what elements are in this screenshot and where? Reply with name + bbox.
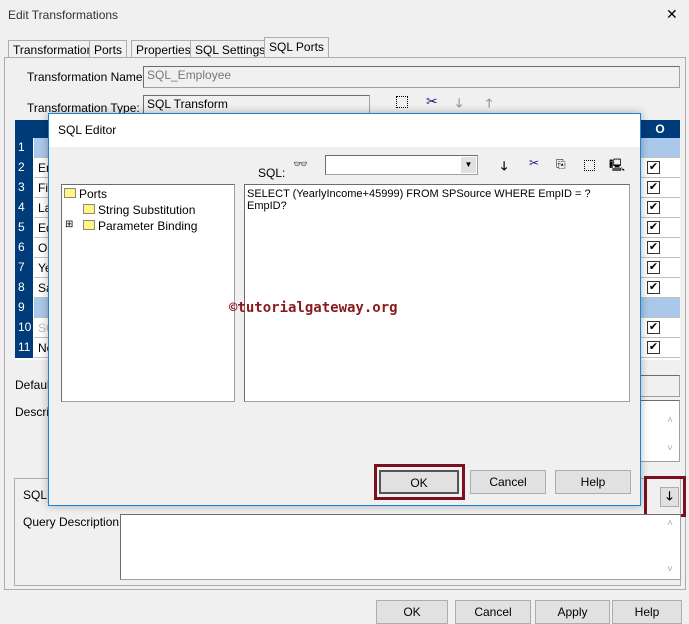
combo-dropdown-icon[interactable]: ▼	[461, 157, 476, 173]
tab-sql-ports[interactable]: SQL Ports	[264, 37, 329, 58]
output-checkbox[interactable]: ✔	[647, 201, 660, 214]
row-number[interactable]: 8	[15, 278, 34, 298]
row-number[interactable]: 5	[15, 218, 34, 238]
tree-item-parameter-binding[interactable]: Parameter Binding	[83, 219, 197, 233]
tree-root-label: Ports	[79, 187, 108, 201]
highlight-box	[644, 476, 686, 517]
expand-icon[interactable]: ⊞	[65, 219, 73, 230]
row-number[interactable]: 4	[15, 198, 34, 218]
sql-editor-title: SQL Editor	[58, 123, 117, 137]
transformation-type-field: SQL Transform	[143, 95, 370, 115]
transformation-name-field[interactable]: SQL_Employee	[143, 66, 680, 88]
editor-cancel-button[interactable]: Cancel	[470, 470, 546, 494]
folder-icon	[83, 220, 95, 230]
sql-label: SQL	[23, 488, 48, 502]
sql-query-editor[interactable]: SELECT (YearlyIncome+45999) FROM SPSourc…	[244, 184, 630, 402]
cut-icon[interactable]: ✂	[529, 156, 539, 170]
tree-root[interactable]: Ports	[64, 187, 107, 201]
scroll-down-icon[interactable]: ˅	[662, 564, 678, 575]
move-up-icon[interactable]: 🡑	[486, 94, 492, 115]
output-checkbox[interactable]: ✔	[647, 341, 660, 354]
tab-ports[interactable]: Ports	[89, 40, 128, 58]
row-number[interactable]: 7	[15, 258, 34, 278]
folder-icon	[83, 204, 95, 214]
grid-header-o[interactable]: O	[645, 122, 675, 136]
highlight-box	[374, 464, 465, 500]
transformation-name-label: Transformation Name:	[27, 70, 146, 84]
output-checkbox[interactable]: ✔	[647, 281, 660, 294]
sql-combo[interactable]	[325, 155, 478, 175]
tree-item-label: String Substitution	[98, 203, 196, 217]
new-port-icon[interactable]	[396, 96, 408, 108]
query-description-label: Query Description:	[23, 515, 123, 529]
ok-button[interactable]: OK	[376, 600, 448, 624]
cut-icon[interactable]: ✂	[426, 93, 438, 110]
row-number[interactable]: 10	[15, 318, 34, 338]
tab-sql-settings[interactable]: SQL Settings	[190, 40, 271, 58]
output-checkbox[interactable]: ✔	[647, 321, 660, 334]
output-checkbox[interactable]: ✔	[647, 221, 660, 234]
scroll-down-icon[interactable]: ˅	[662, 443, 678, 454]
window-title: Edit Transformations	[8, 8, 119, 22]
row-number[interactable]: 11	[15, 338, 34, 358]
watermark: ©tutorialgateway.org	[229, 300, 398, 316]
find-icon[interactable]: 👓	[293, 157, 308, 171]
output-checkbox[interactable]: ✔	[647, 261, 660, 274]
tree-item-string-substitution[interactable]: String Substitution	[83, 203, 195, 217]
row-name[interactable]: O	[38, 241, 47, 255]
scroll-up-icon[interactable]: ˄	[662, 518, 678, 529]
output-checkbox[interactable]: ✔	[647, 241, 660, 254]
insert-icon[interactable]: 🡓	[501, 157, 507, 178]
tab-transformation[interactable]: Transformation	[8, 40, 99, 58]
output-checkbox[interactable]: ✔	[647, 181, 660, 194]
query-description-field[interactable]	[120, 514, 681, 580]
tab-properties[interactable]: Properties	[131, 40, 196, 58]
scroll-up-icon[interactable]: ˄	[662, 415, 678, 426]
move-down-icon[interactable]: 🡓	[456, 94, 462, 115]
row-name[interactable]: Fi	[38, 181, 48, 195]
editor-help-button[interactable]: Help	[555, 470, 631, 494]
row-number[interactable]: 2	[15, 158, 34, 178]
sql-editor-dialog: SQL Editor SQL: 👓 ▼ 🡓 ✂ ⎘ 🖳 Ports String…	[48, 113, 641, 506]
row-number[interactable]: 3	[15, 178, 34, 198]
apply-button[interactable]: Apply	[535, 600, 610, 624]
row-number[interactable]: 6	[15, 238, 34, 258]
new-icon[interactable]	[584, 160, 595, 171]
row-number[interactable]: 1	[15, 138, 34, 158]
tree-item-label: Parameter Binding	[98, 219, 198, 233]
folder-icon	[64, 188, 76, 198]
cancel-button[interactable]: Cancel	[455, 600, 531, 624]
row-number[interactable]: 9	[15, 298, 34, 318]
copy-icon[interactable]: ⎘	[556, 157, 566, 172]
sql-editor-titlebar	[49, 114, 640, 147]
help-button[interactable]: Help	[612, 600, 682, 624]
close-button[interactable]: ✕	[666, 6, 678, 23]
computer-icon[interactable]: 🖳	[609, 156, 625, 177]
output-checkbox[interactable]: ✔	[647, 161, 660, 174]
sql-label: SQL:	[258, 166, 286, 180]
